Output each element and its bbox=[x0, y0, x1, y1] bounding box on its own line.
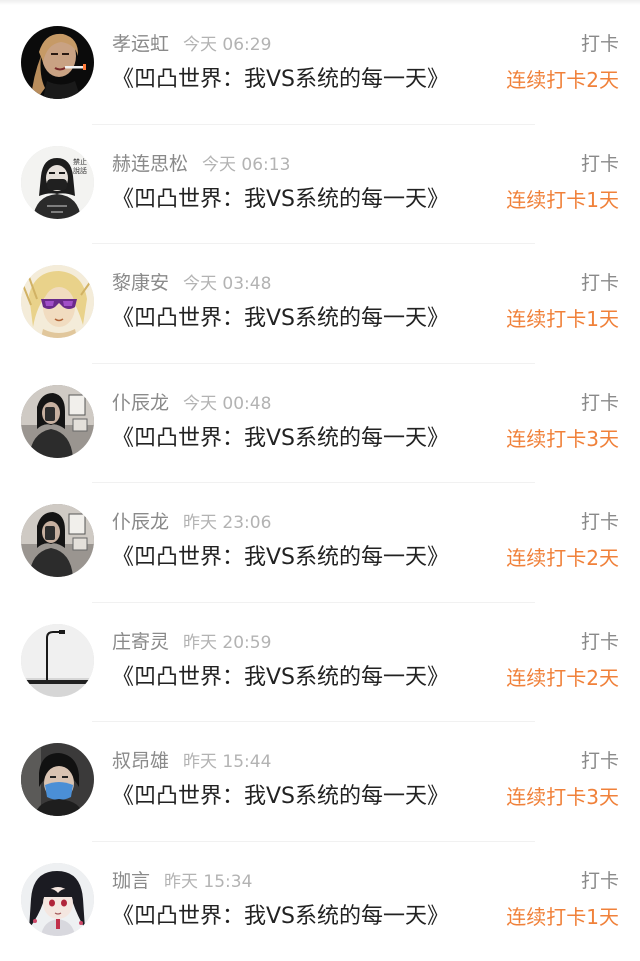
checkin-type: 打卡 bbox=[581, 271, 619, 295]
svg-text:禁止: 禁止 bbox=[73, 157, 87, 166]
checkin-row[interactable]: 仆辰龙今天 00:48 《凹凸世界：我VS系统的每一天》 打卡 连续打卡3天 bbox=[0, 364, 640, 484]
checkin-row[interactable]: 仆辰龙昨天 23:06 《凹凸世界：我VS系统的每一天》 打卡 连续打卡2天 bbox=[0, 483, 640, 603]
streak-badge: 连续打卡1天 bbox=[506, 903, 619, 931]
user-name[interactable]: 庄寄灵 bbox=[112, 631, 169, 653]
user-name[interactable]: 黎康安 bbox=[112, 272, 169, 294]
streak-badge: 连续打卡1天 bbox=[506, 305, 619, 333]
checkin-row[interactable]: 庄寄灵昨天 20:59 《凹凸世界：我VS系统的每一天》 打卡 连续打卡2天 bbox=[0, 603, 640, 723]
checkin-time: 昨天 20:59 bbox=[183, 633, 271, 653]
streak-badge: 连续打卡2天 bbox=[506, 66, 619, 94]
streak-badge: 连续打卡3天 bbox=[506, 783, 619, 811]
checkin-time: 昨天 15:34 bbox=[164, 872, 252, 892]
checkin-type: 打卡 bbox=[581, 32, 619, 56]
streak-badge: 连续打卡1天 bbox=[506, 186, 619, 214]
svg-text:說話: 說話 bbox=[73, 166, 87, 175]
checkin-meta: 珈言昨天 15:34 bbox=[112, 869, 252, 893]
checkin-time: 今天 03:48 bbox=[183, 274, 271, 294]
checkin-row[interactable]: 孝运虹今天 06:29 《凹凸世界：我VS系统的每一天》 打卡 连续打卡2天 bbox=[0, 5, 640, 125]
checkin-meta: 仆辰龙昨天 23:06 bbox=[112, 510, 271, 534]
user-name[interactable]: 仆辰龙 bbox=[112, 511, 169, 533]
streak-badge: 连续打卡2天 bbox=[506, 664, 619, 692]
checkin-time: 昨天 23:06 bbox=[183, 513, 271, 533]
book-title[interactable]: 《凹凸世界：我VS系统的每一天》 bbox=[112, 304, 449, 334]
checkin-time: 今天 00:48 bbox=[183, 394, 271, 414]
checkin-time: 今天 06:13 bbox=[202, 155, 290, 175]
checkin-type: 打卡 bbox=[581, 391, 619, 415]
checkin-type: 打卡 bbox=[581, 630, 619, 654]
avatar-anime-sunglasses-image bbox=[21, 265, 94, 338]
user-name[interactable]: 赫连思松 bbox=[112, 153, 188, 175]
avatar[interactable] bbox=[21, 265, 94, 338]
avatar[interactable] bbox=[21, 624, 94, 697]
avatar-face-mask-image bbox=[21, 743, 94, 816]
user-name[interactable]: 珈言 bbox=[112, 870, 150, 892]
avatar-woman-smoking-image bbox=[21, 26, 94, 99]
book-title[interactable]: 《凹凸世界：我VS系统的每一天》 bbox=[112, 663, 449, 693]
user-name[interactable]: 仆辰龙 bbox=[112, 392, 169, 414]
avatar[interactable] bbox=[21, 743, 94, 816]
book-title[interactable]: 《凹凸世界：我VS系统的每一天》 bbox=[112, 185, 449, 215]
checkin-type: 打卡 bbox=[581, 869, 619, 893]
checkin-type: 打卡 bbox=[581, 749, 619, 773]
checkin-meta: 仆辰龙今天 00:48 bbox=[112, 391, 271, 415]
avatar-streetlamp-image bbox=[21, 624, 94, 697]
checkin-meta: 黎康安今天 03:48 bbox=[112, 271, 271, 295]
checkin-row[interactable]: 禁止 說話 赫连思松今天 06:13 《凹凸世界：我VS系统的每一天》 打卡 连… bbox=[0, 125, 640, 245]
user-name[interactable]: 孝运虹 bbox=[112, 33, 169, 55]
checkin-type: 打卡 bbox=[581, 152, 619, 176]
streak-badge: 连续打卡3天 bbox=[506, 425, 619, 453]
book-title[interactable]: 《凹凸世界：我VS系统的每一天》 bbox=[112, 782, 449, 812]
checkin-meta: 赫连思松今天 06:13 bbox=[112, 152, 290, 176]
avatar[interactable] bbox=[21, 26, 94, 99]
avatar-masked-figure-image: 禁止 說話 bbox=[21, 146, 94, 219]
avatar[interactable] bbox=[21, 385, 94, 458]
book-title[interactable]: 《凹凸世界：我VS系统的每一天》 bbox=[112, 543, 449, 573]
avatar[interactable]: 禁止 說話 bbox=[21, 146, 94, 219]
streak-badge: 连续打卡2天 bbox=[506, 544, 619, 572]
avatar-selfie-room-image bbox=[21, 504, 94, 577]
checkin-row[interactable]: 黎康安今天 03:48 《凹凸世界：我VS系统的每一天》 打卡 连续打卡1天 bbox=[0, 244, 640, 364]
avatar-selfie-room-image bbox=[21, 385, 94, 458]
avatar[interactable] bbox=[21, 504, 94, 577]
avatar-anime-girl-image bbox=[21, 863, 94, 936]
avatar[interactable] bbox=[21, 863, 94, 936]
checkin-feed: 孝运虹今天 06:29 《凹凸世界：我VS系统的每一天》 打卡 连续打卡2天 禁… bbox=[0, 5, 640, 961]
checkin-meta: 叔昂雄昨天 15:44 bbox=[112, 749, 271, 773]
checkin-time: 昨天 15:44 bbox=[183, 752, 271, 772]
checkin-time: 今天 06:29 bbox=[183, 35, 271, 55]
book-title[interactable]: 《凹凸世界：我VS系统的每一天》 bbox=[112, 902, 449, 932]
checkin-meta: 庄寄灵昨天 20:59 bbox=[112, 630, 271, 654]
user-name[interactable]: 叔昂雄 bbox=[112, 750, 169, 772]
checkin-meta: 孝运虹今天 06:29 bbox=[112, 32, 271, 56]
checkin-type: 打卡 bbox=[581, 510, 619, 534]
checkin-row[interactable]: 叔昂雄昨天 15:44 《凹凸世界：我VS系统的每一天》 打卡 连续打卡3天 bbox=[0, 722, 640, 842]
book-title[interactable]: 《凹凸世界：我VS系统的每一天》 bbox=[112, 424, 449, 454]
checkin-row[interactable]: 珈言昨天 15:34 《凹凸世界：我VS系统的每一天》 打卡 连续打卡1天 bbox=[0, 842, 640, 961]
book-title[interactable]: 《凹凸世界：我VS系统的每一天》 bbox=[112, 65, 449, 95]
